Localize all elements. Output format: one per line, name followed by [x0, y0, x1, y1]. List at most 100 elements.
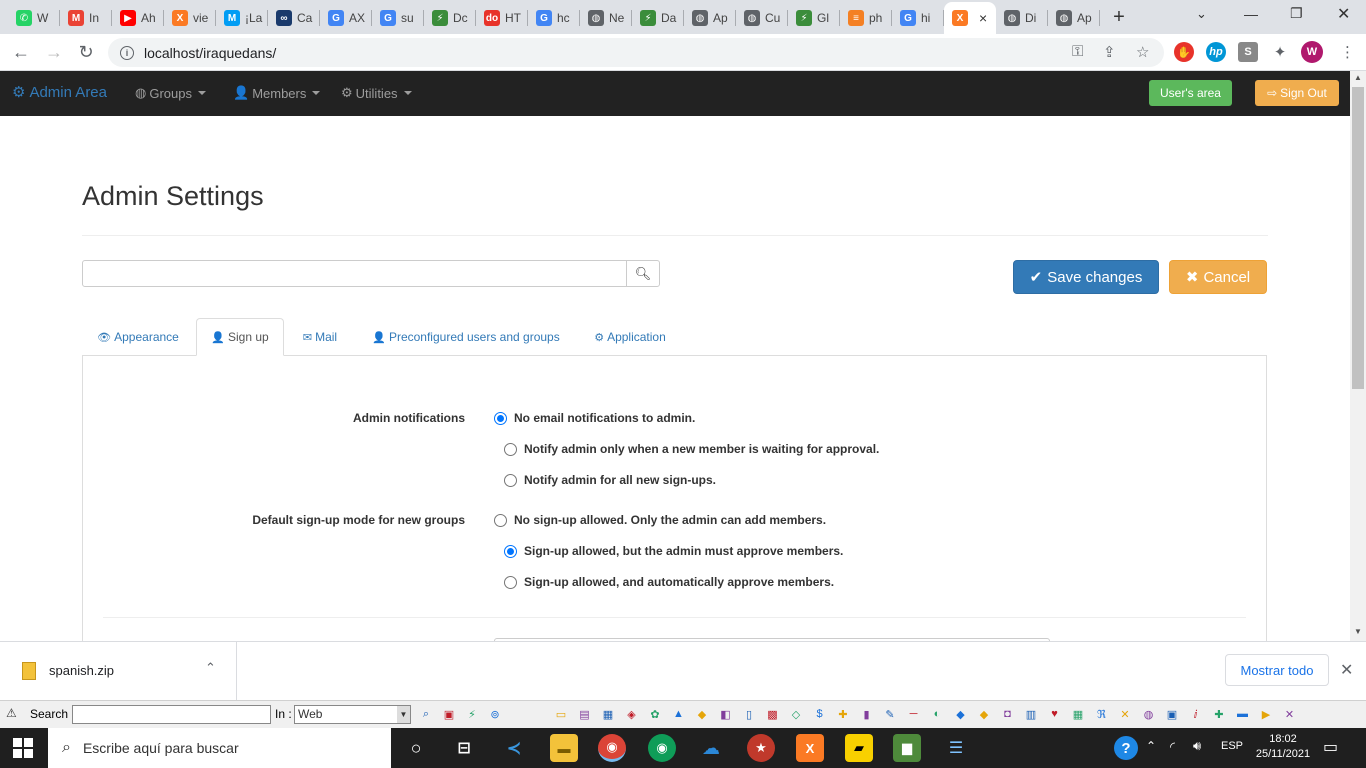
tag-icon[interactable]: ◇	[789, 707, 803, 721]
browser-tab[interactable]: ◍ Ap	[1048, 4, 1100, 32]
plus-icon[interactable]: ✚	[836, 707, 850, 721]
reload-button[interactable]: ↻	[74, 40, 98, 64]
battery-icon[interactable]: ▮	[860, 707, 874, 721]
browser-tab[interactable]: Ghi	[892, 4, 944, 32]
extensions-puzzle-icon[interactable]: ✦	[1270, 42, 1290, 62]
notepad-icon[interactable]: ☰	[942, 734, 970, 762]
browser-tab[interactable]: ◍ Di	[996, 4, 1048, 32]
car-icon[interactable]: ▲	[672, 707, 686, 721]
profile-avatar[interactable]: W	[1301, 41, 1323, 63]
admin-notifications-radio[interactable]	[494, 412, 507, 425]
find-icon[interactable]: ⌕	[419, 707, 433, 721]
browser-tab[interactable]: ◍ Ne	[580, 4, 632, 32]
close-icon[interactable]: ✕	[1118, 707, 1132, 721]
browser-tab[interactable]: Ghc	[528, 4, 580, 32]
vscode-icon[interactable]: ≺	[500, 734, 528, 762]
close-shelf-icon[interactable]: ✕	[1340, 660, 1353, 680]
minimize-button[interactable]: —	[1244, 6, 1258, 22]
x-icon[interactable]: ✕	[1283, 707, 1297, 721]
browser-tab[interactable]: ⚡ Da	[632, 4, 684, 32]
browser-tab[interactable]: ≡ ph	[840, 4, 892, 32]
show-all-button[interactable]: Mostrar todo	[1225, 654, 1329, 686]
tab-appearance[interactable]: 👁 Appearance	[82, 318, 194, 356]
box-icon[interactable]: ▣	[1165, 707, 1179, 721]
page-icon[interactable]: ▣	[442, 707, 456, 721]
page-scrollbar[interactable]: ▲ ▼	[1350, 71, 1366, 641]
line-icon[interactable]: ─	[907, 707, 921, 721]
share-icon[interactable]: ⇪	[1103, 43, 1116, 61]
browser-tab[interactable]: ⚡ Gl	[788, 4, 840, 32]
flag-icon[interactable]: ◆	[695, 707, 709, 721]
browser-tab[interactable]: G AX	[320, 4, 372, 32]
signup-mode-radio[interactable]	[494, 514, 507, 527]
cup-icon[interactable]: ▯	[742, 707, 756, 721]
admin-notifications-radio[interactable]	[504, 474, 517, 487]
cortana-icon[interactable]: ○	[402, 734, 430, 762]
doc-icon[interactable]: ▦	[601, 707, 615, 721]
chevron-up-icon[interactable]: ⌃	[205, 660, 216, 676]
chrome-profile-icon[interactable]: ◉	[598, 734, 626, 762]
tab-mail[interactable]: ✉ Mail	[284, 318, 356, 356]
grid-icon[interactable]: ▥	[1024, 707, 1038, 721]
signup-mode-option-label[interactable]: No sign-up allowed. Only the admin can a…	[514, 513, 826, 527]
photo-icon[interactable]: ▩	[766, 707, 780, 721]
brand-link[interactable]: ⚙ Admin Area	[12, 83, 107, 102]
members-menu[interactable]: 👤 Members	[233, 85, 321, 101]
admin-notifications-option-label[interactable]: Notify admin for all new sign-ups.	[524, 473, 716, 487]
save-changes-button[interactable]: ✔ Save changes	[1013, 260, 1159, 294]
task-view-icon[interactable]: ⊟	[450, 734, 478, 762]
browser-tab[interactable]: X ×	[944, 2, 996, 34]
sticky-notes-icon[interactable]: ▰	[845, 734, 873, 762]
tab-sign-up[interactable]: 👤 Sign up	[196, 318, 284, 356]
rss-icon[interactable]: ℜ	[1095, 707, 1109, 721]
binoculars-icon[interactable]: ✿	[648, 707, 662, 721]
bar-icon[interactable]: ▬	[1236, 707, 1250, 721]
browser-tab[interactable]: Gsu	[372, 4, 424, 32]
messages-icon[interactable]: ☁	[697, 734, 725, 762]
show-hidden-icons[interactable]: ⌃	[1146, 739, 1156, 753]
chrome-icon[interactable]: ◉	[648, 734, 676, 762]
scroll-down-arrow[interactable]: ▼	[1354, 627, 1362, 636]
browser-tab[interactable]: Xvie	[164, 4, 216, 32]
toolbar-search-input[interactable]	[72, 705, 271, 724]
volume-icon[interactable]: 🔊︎	[1193, 738, 1201, 754]
bolt-icon[interactable]: ⚡	[465, 707, 479, 721]
admin-notifications-radio[interactable]	[504, 443, 517, 456]
pomodoro-icon[interactable]: ★	[747, 734, 775, 762]
folder-icon[interactable]: ▭	[554, 707, 568, 721]
browser-tab[interactable]: ◍ Ap	[684, 4, 736, 32]
browser-tab[interactable]: ◍ Cu	[736, 4, 788, 32]
plus-icon[interactable]: ✚	[1212, 707, 1226, 721]
language-indicator[interactable]: ESP	[1221, 740, 1243, 752]
sign-out-button[interactable]: ⇨ Sign Out	[1255, 80, 1339, 106]
browser-tab[interactable]: ▶ Ah	[112, 4, 164, 32]
scrollbar-thumb[interactable]	[1352, 87, 1364, 389]
pen-icon[interactable]: ✎	[883, 707, 897, 721]
calc-icon[interactable]: ▦	[1071, 707, 1085, 721]
tab-search-icon[interactable]: ⌄	[1196, 6, 1207, 22]
gem-icon[interactable]: ◆	[977, 707, 991, 721]
browser-tab[interactable]: M ¡La	[216, 4, 268, 32]
notifications-icon[interactable]: ▭	[1323, 737, 1338, 757]
tab-preconfigured-users-and-groups[interactable]: 👤 Preconfigured users and groups	[356, 318, 576, 356]
omnibox[interactable]: i localhost/iraquedans/	[108, 38, 1164, 67]
cancel-button[interactable]: ✖ Cancel	[1169, 260, 1267, 294]
bookmark-star-icon[interactable]: ☆	[1136, 43, 1149, 61]
adblock-extension-icon[interactable]: ✋	[1174, 42, 1194, 62]
in-select[interactable]: Web ▼	[294, 705, 411, 724]
close-tab-icon[interactable]: ×	[979, 10, 987, 26]
download-item[interactable]: spanish.zip ⌃	[0, 642, 237, 700]
groups-menu[interactable]: ◍ Groups	[135, 85, 206, 101]
butterfly-icon[interactable]: ◈	[625, 707, 639, 721]
restore-button[interactable]: ❐	[1290, 5, 1303, 22]
close-window-button[interactable]: ✕	[1337, 4, 1350, 24]
site-info-icon[interactable]: i	[120, 45, 134, 60]
key-icon[interactable]: ⚿	[1072, 43, 1083, 60]
diamond-icon[interactable]: ◧	[719, 707, 733, 721]
utilities-menu[interactable]: ⚙ Utilities	[341, 85, 412, 101]
s-extension-icon[interactable]: S	[1238, 42, 1258, 62]
dollar-icon[interactable]: $	[813, 707, 827, 721]
tab-application[interactable]: ⚙ Application	[576, 318, 684, 356]
half-icon[interactable]: ◐	[930, 707, 944, 721]
hp-extension-icon[interactable]: hp	[1206, 42, 1226, 62]
